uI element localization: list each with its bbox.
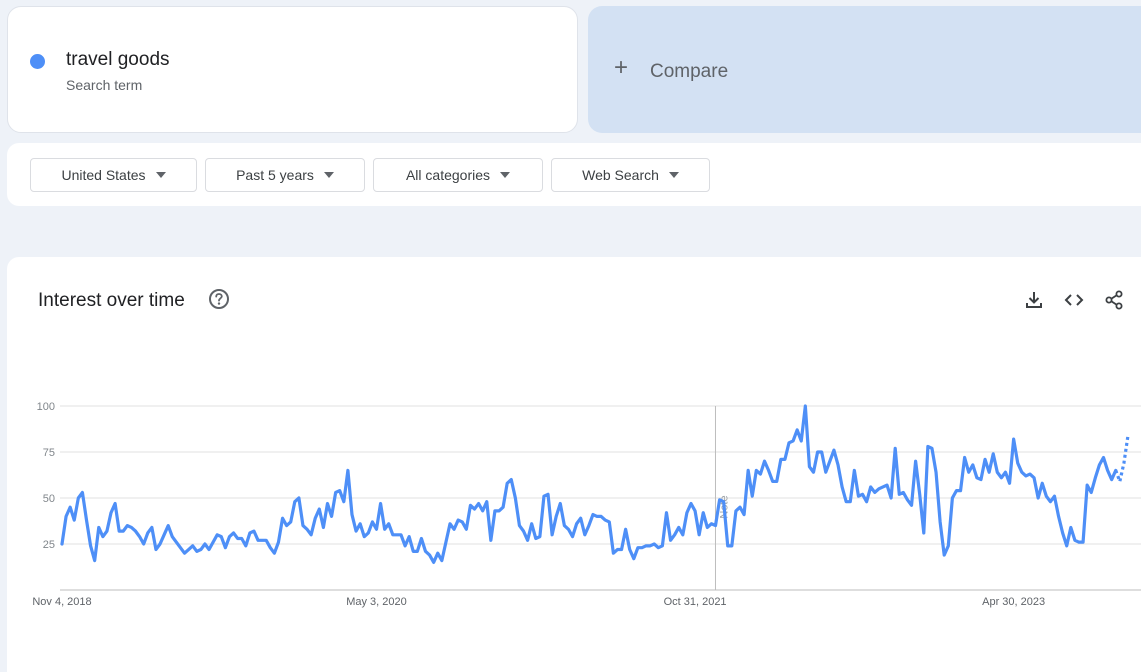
category-filter-dropdown[interactable]: All categories	[373, 158, 543, 192]
search-type-filter-dropdown[interactable]: Web Search	[551, 158, 710, 192]
plus-icon: +	[614, 54, 629, 81]
chevron-down-icon	[155, 172, 166, 178]
time-range-filter-dropdown[interactable]: Past 5 years	[205, 158, 365, 192]
category-filter-label: All categories	[405, 167, 491, 183]
series-line-partial	[1114, 435, 1130, 488]
chevron-down-icon	[668, 172, 679, 178]
y-tick-label: 75	[43, 447, 55, 459]
interest-line-chart: 100755025NoteNov 4, 2018 May 3, 2020 Oct 3…	[32, 401, 1141, 608]
series-line	[60, 404, 1118, 564]
region-filter-dropdown[interactable]: United States	[30, 158, 197, 192]
compare-button[interactable]: + Compare	[588, 6, 1141, 133]
x-tick-label: Apr 30, 2023	[982, 596, 1045, 608]
y-tick-label: 100	[37, 401, 55, 413]
search-term-card[interactable]: travel goods Search term	[7, 6, 578, 133]
series-color-dot	[30, 54, 45, 69]
search-term-name[interactable]: travel goods	[66, 49, 170, 71]
time-range-filter-label: Past 5 years	[236, 167, 314, 183]
chevron-down-icon	[323, 172, 334, 178]
x-tick-label: Nov 4, 2018	[32, 596, 91, 608]
compare-label: Compare	[650, 61, 729, 82]
region-filter-label: United States	[61, 167, 146, 183]
search-term-subtitle: Search term	[66, 77, 143, 93]
interest-over-time-card: Interest over time 100 75 50 25 Note Nov 4, 2…	[7, 257, 1141, 672]
x-tick-label: May 3, 2020	[346, 596, 407, 608]
search-type-filter-label: Web Search	[582, 167, 659, 183]
y-tick-label: 25	[43, 539, 55, 551]
chevron-down-icon	[500, 172, 511, 178]
filter-bar: United States Past 5 years All categorie…	[7, 143, 1141, 206]
y-tick-label: 50	[43, 493, 55, 505]
x-tick-label: Oct 31, 2021	[664, 596, 727, 608]
